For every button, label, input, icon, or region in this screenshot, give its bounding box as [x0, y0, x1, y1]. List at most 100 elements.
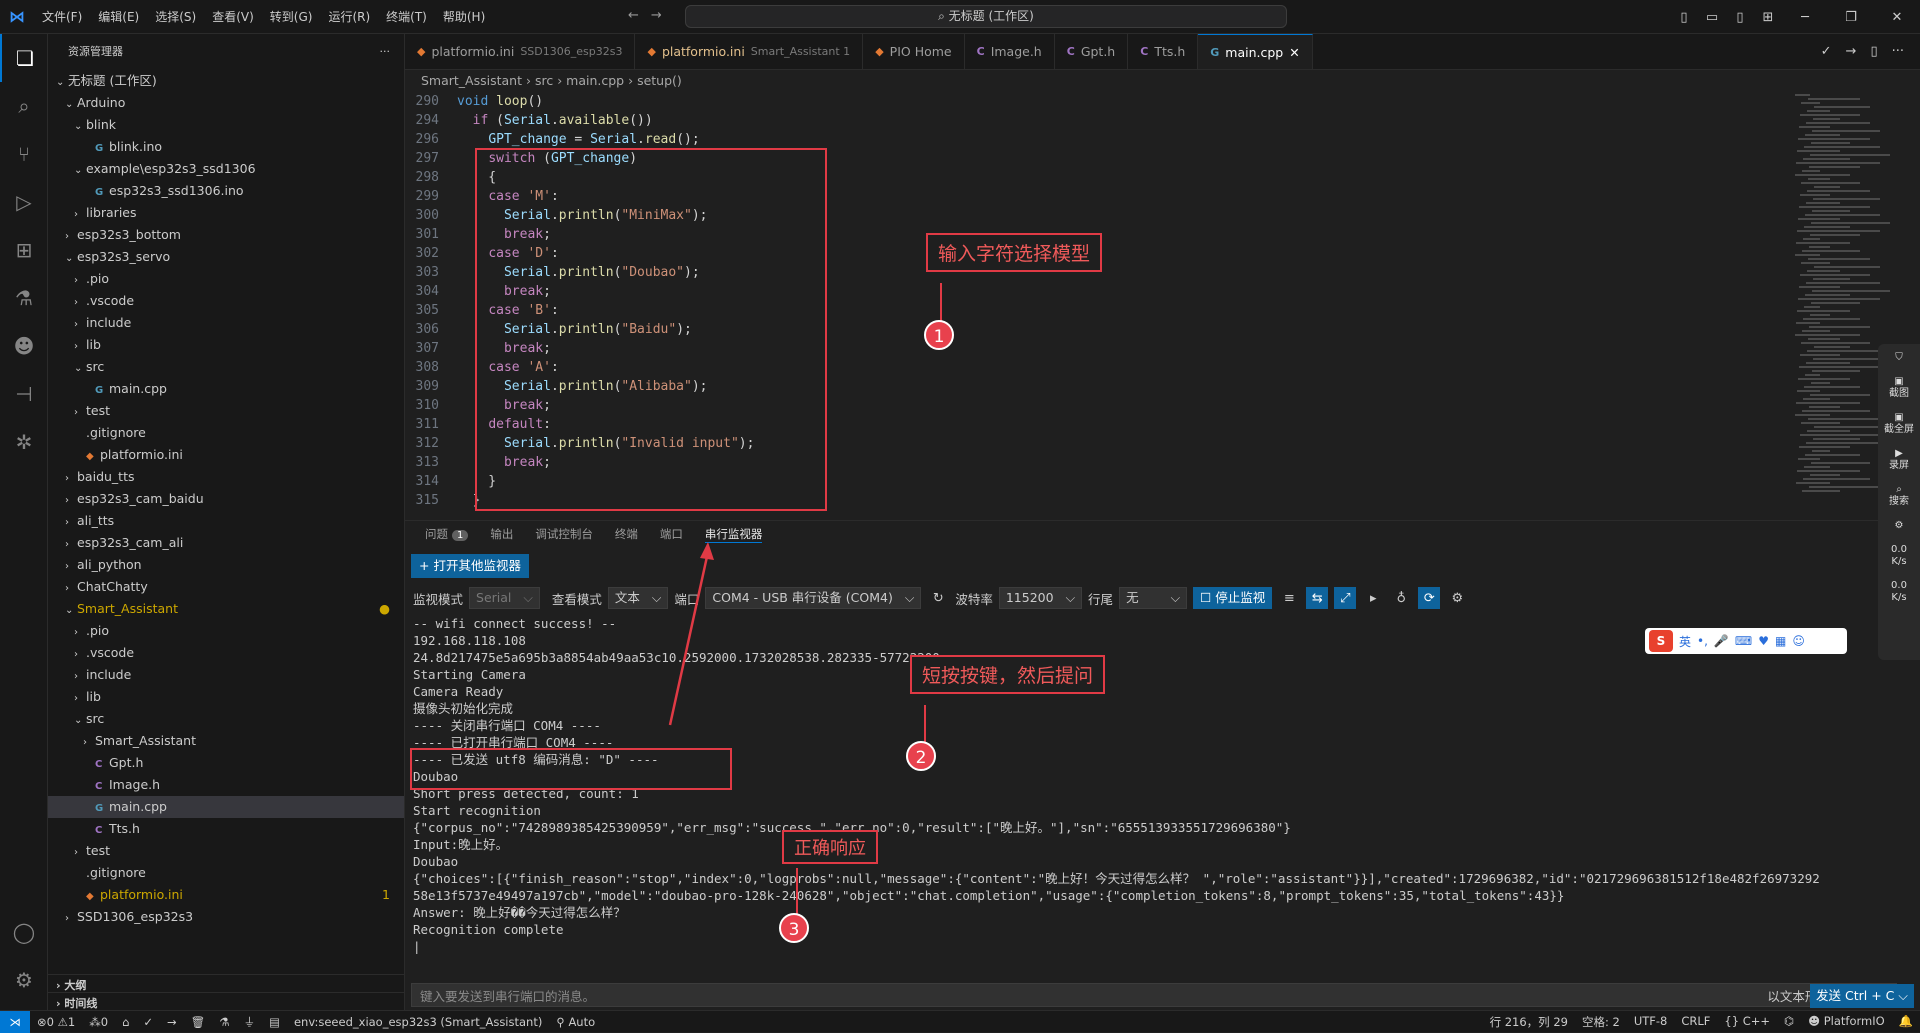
remote-explorer-icon[interactable]: ⊣	[0, 370, 48, 418]
platformio-icon[interactable]: ☻	[0, 322, 48, 370]
settings-gear-icon[interactable]: ⚙	[1895, 520, 1904, 532]
ime-toolbar[interactable]: S 英 •, 🎤 ⌨ ♥ ▦ ☺	[1645, 628, 1847, 654]
tree-item[interactable]: › ali_tts	[48, 510, 404, 532]
panel-tab[interactable]: 调试控制台	[535, 526, 593, 542]
tree-item[interactable]: › .pio	[48, 268, 404, 290]
tree-item[interactable]: › include	[48, 664, 404, 686]
platformio-status[interactable]: ☻ PlatformIO	[1808, 1014, 1885, 1030]
upload-arrow-icon[interactable]: →	[167, 1015, 177, 1029]
tree-item[interactable]: › Smart_Assistant	[48, 730, 404, 752]
notifications-bell-icon[interactable]: 🔔	[1899, 1014, 1913, 1030]
test-flask-icon[interactable]: ⚗	[219, 1015, 229, 1029]
serial-monitor-output[interactable]: -- wifi connect success! -- 192.168.118.1…	[413, 615, 1903, 955]
tree-item[interactable]: › SSD1306_esp32s3	[48, 906, 404, 928]
menu-item[interactable]: 运行(R)	[328, 10, 370, 24]
more-actions-icon[interactable]: ···	[380, 34, 391, 70]
menu-item[interactable]: 编辑(E)	[98, 10, 139, 24]
settings-gear-icon[interactable]: ⚙	[1446, 587, 1468, 609]
restore-button[interactable]: ❐	[1828, 10, 1874, 25]
menu-item[interactable]: 文件(F)	[42, 10, 82, 24]
split-editor-icon[interactable]: ▯	[1870, 44, 1877, 59]
toggle-sidebar-icon[interactable]: ▯	[1670, 10, 1698, 25]
ime-language[interactable]: 英	[1679, 633, 1691, 650]
tree-item[interactable]: ⌄ 无标题 (工作区)	[48, 70, 404, 92]
tree-item[interactable]: › baidu_tts	[48, 466, 404, 488]
tree-item[interactable]: ⌄ Smart_Assistant ●	[48, 598, 404, 620]
code-editor[interactable]: 290 void loop() 294 if (Serial.available()…	[405, 92, 1825, 510]
clean-trash-icon[interactable]: 🗑	[191, 1015, 206, 1029]
serial-plug-icon[interactable]: ⏚	[244, 1014, 256, 1030]
tree-item[interactable]: › test	[48, 840, 404, 862]
menu-item[interactable]: 转到(G)	[270, 10, 313, 24]
timeline-section[interactable]: › 时间线	[48, 992, 404, 1010]
problems-status[interactable]: ⊗0 ⚠1	[37, 1015, 75, 1029]
tree-item[interactable]: › lib	[48, 686, 404, 708]
terminal-icon[interactable]: ▸	[1362, 587, 1384, 609]
tree-item[interactable]: › esp32s3_bottom	[48, 224, 404, 246]
copilot-status-icon[interactable]: ⌬	[1784, 1014, 1794, 1030]
env-status[interactable]: env:seeed_xiao_esp32s3 (Smart_Assistant)	[294, 1015, 542, 1029]
screenshot-button[interactable]: ▣ 截图	[1889, 376, 1909, 400]
line-ending-select[interactable]: 无 ⌵	[1119, 587, 1188, 609]
menu-item[interactable]: 查看(V)	[212, 10, 254, 24]
toolbox-icon[interactable]: ▦	[1775, 634, 1786, 648]
account-icon[interactable]: ◯	[0, 908, 48, 956]
indentation[interactable]: 空格: 2	[1582, 1014, 1620, 1030]
serial-send-input[interactable]: 键入要发送到串行端口的消息。 以文本形式发送⌵▷ 发送 Ctrl + C ⌵	[411, 983, 1914, 1008]
copilot-icon[interactable]: ✲	[0, 418, 48, 466]
explorer-icon[interactable]: ❏	[0, 34, 48, 82]
tree-item[interactable]: .gitignore	[48, 422, 404, 444]
editor-tab[interactable]: C Tts.h	[1128, 34, 1199, 69]
testing-icon[interactable]: ⚗	[0, 274, 48, 322]
editor-tab[interactable]: C Gpt.h	[1055, 34, 1129, 69]
run-debug-icon[interactable]: ▷	[0, 178, 48, 226]
tree-item[interactable]: Gesp32s3_ssd1306.ino	[48, 180, 404, 202]
skin-icon[interactable]: ♥	[1758, 634, 1769, 648]
close-tab-icon[interactable]: ✕	[1289, 35, 1299, 70]
screenshot-full-button[interactable]: ▣ 截全屏	[1884, 412, 1914, 436]
toggle-secondary-sidebar-icon[interactable]: ▯	[1726, 10, 1754, 25]
search-icon[interactable]: ⌕	[0, 82, 48, 130]
terminal-icon[interactable]: ▤	[269, 1015, 280, 1029]
tree-item[interactable]: › ChatChatty	[48, 576, 404, 598]
breadcrumb-item[interactable]: Smart_Assistant	[421, 73, 522, 88]
tree-item[interactable]: › esp32s3_cam_ali	[48, 532, 404, 554]
open-other-monitor-button[interactable]: + 打开其他监视器	[411, 554, 529, 578]
refresh-icon[interactable]: ↻	[927, 587, 949, 609]
tree-item[interactable]: ⌄ blink	[48, 114, 404, 136]
home-icon[interactable]: ⌂	[122, 1015, 129, 1029]
close-window-button[interactable]: ✕	[1874, 10, 1920, 25]
tree-item[interactable]: C Image.h	[48, 774, 404, 796]
ports-status[interactable]: ⁂0	[89, 1015, 108, 1029]
microphone-icon[interactable]: 🎤	[1714, 634, 1729, 648]
breadcrumb-item[interactable]: main.cpp	[566, 73, 624, 88]
language-mode[interactable]: {} C++	[1724, 1014, 1770, 1030]
toggle-timestamp-icon[interactable]: ⇆	[1306, 587, 1329, 609]
tree-item[interactable]: ⌄ src	[48, 708, 404, 730]
tree-item[interactable]: Gmain.cpp	[48, 378, 404, 400]
tree-item[interactable]: › ali_python	[48, 554, 404, 576]
cursor-position[interactable]: 行 216，列 29	[1490, 1014, 1568, 1030]
command-center-search[interactable]: ⌕ 无标题 (工作区)	[685, 5, 1287, 28]
editor-tab[interactable]: C Image.h	[965, 34, 1055, 69]
search-button[interactable]: ⌕ 搜索	[1889, 484, 1909, 508]
editor-tab[interactable]: ◆ platformio.ini Smart_Assistant 1	[635, 34, 864, 69]
baud-select[interactable]: 115200 ⌵	[998, 587, 1083, 609]
keyboard-icon[interactable]: ⌨	[1735, 634, 1752, 648]
stop-monitor-button[interactable]: ☐ 停止监视	[1193, 587, 1273, 609]
tree-item[interactable]: › .vscode	[48, 290, 404, 312]
nav-arrows[interactable]: ←→	[628, 8, 674, 23]
tree-item[interactable]: ⌄ example\esp32s3_ssd1306	[48, 158, 404, 180]
build-check-icon[interactable]: ✓	[143, 1015, 153, 1029]
menu-item[interactable]: 终端(T)	[386, 10, 427, 24]
tree-item[interactable]: › libraries	[48, 202, 404, 224]
tree-item[interactable]: C Tts.h	[48, 818, 404, 840]
tree-item[interactable]: Gmain.cpp	[48, 796, 404, 818]
more-actions-icon[interactable]: ···	[1892, 44, 1904, 59]
panel-tab[interactable]: 终端	[615, 526, 638, 542]
editor-tab[interactable]: ◆ PIO Home	[863, 34, 965, 69]
face-icon[interactable]: ☺	[1792, 634, 1805, 648]
tree-item[interactable]: C Gpt.h	[48, 752, 404, 774]
breadcrumb-item[interactable]: setup()	[637, 73, 682, 88]
encoding[interactable]: UTF-8	[1634, 1014, 1668, 1030]
